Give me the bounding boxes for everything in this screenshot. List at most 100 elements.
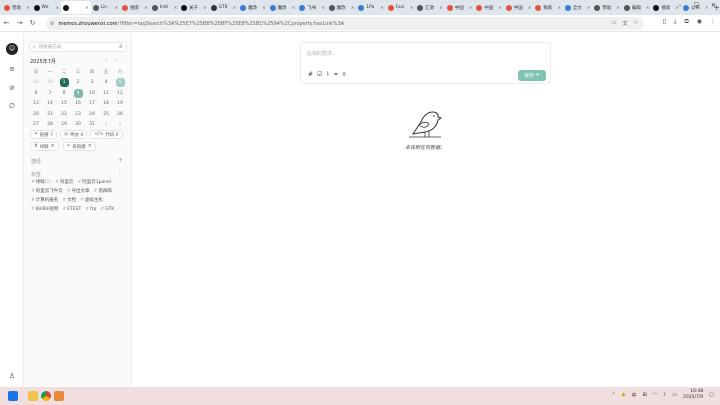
calendar-day[interactable]: 25: [99, 109, 113, 120]
editor-input[interactable]: 此刻的想法...: [307, 50, 337, 57]
browser-tab[interactable]: 搜索 ✕: [120, 1, 150, 14]
back-icon[interactable]: ←: [0, 19, 13, 27]
tab-close-icon[interactable]: ✕: [587, 5, 590, 10]
tab-close-icon[interactable]: ✕: [646, 5, 649, 10]
tab-close-icon[interactable]: ✕: [115, 5, 118, 10]
tag-item[interactable]: #文档: [62, 197, 76, 204]
browser-tab[interactable]: GTK ✕: [209, 1, 239, 14]
tab-close-icon[interactable]: ✕: [557, 5, 560, 10]
clock[interactable]: 16:48 2025/7/9: [683, 389, 703, 401]
explore-icon[interactable]: ⊘: [7, 83, 17, 93]
calendar-day[interactable]: 31: [85, 120, 99, 131]
site-info-icon[interactable]: ⚙: [50, 21, 54, 27]
chevron-up-icon[interactable]: ⌃: [611, 392, 615, 398]
browser-tab[interactable]: 汇款 ✕: [415, 1, 445, 14]
start-icon[interactable]: [8, 391, 18, 401]
calendar-day[interactable]: 19: [113, 99, 127, 110]
reload-icon[interactable]: ↻: [26, 19, 39, 27]
tab-close-icon[interactable]: ✕: [292, 5, 295, 10]
tab-close-icon[interactable]: ✕: [56, 5, 59, 10]
maximize-icon[interactable]: ☐: [694, 2, 699, 9]
calendar-day[interactable]: 30: [43, 78, 57, 89]
status-app-icon[interactable]: ◆: [622, 392, 626, 398]
tag-item[interactable]: #虚拟主机: [80, 197, 103, 204]
notification-icon[interactable]: ▢: [709, 392, 714, 398]
tab-close-icon[interactable]: ✕: [498, 5, 501, 10]
tag-item[interactable]: #GTK: [100, 206, 114, 213]
tag-item[interactable]: #frp: [85, 206, 96, 213]
browser-tab[interactable]: Favi ✕: [386, 1, 416, 14]
tag-item[interactable]: #导出文章: [67, 188, 90, 195]
calendar-day[interactable]: 16: [71, 99, 85, 110]
tag-item[interactable]: #绿联(2): [31, 179, 51, 186]
tab-close-icon[interactable]: ✕: [26, 5, 29, 10]
calendar-day[interactable]: 26: [113, 109, 127, 120]
calendar-day[interactable]: 2: [113, 120, 127, 131]
download-icon[interactable]: ⤓: [674, 18, 677, 26]
calendar-day[interactable]: 1: [57, 78, 71, 89]
volume-icon[interactable]: ♪: [663, 392, 666, 398]
browser-tab[interactable]: We ✕: [32, 1, 62, 14]
save-button[interactable]: 保存 ➤: [518, 70, 546, 81]
tag-item[interactable]: #BiliBili视频: [31, 206, 58, 213]
home-icon[interactable]: ≡: [7, 64, 17, 74]
tab-close-icon[interactable]: ✕: [262, 5, 265, 10]
browser-tab[interactable]: 飞书 ✕: [297, 1, 327, 14]
todo-stat[interactable]: ◎ 待办 0: [60, 130, 88, 139]
browser-tab[interactable]: 中国 ✕: [474, 1, 504, 14]
grid-icon[interactable]: ⊞: [643, 392, 647, 398]
tab-close-icon[interactable]: ✕: [469, 5, 472, 10]
filter-chip-tag[interactable]: # 绿联 ✕: [30, 142, 59, 151]
calendar-day[interactable]: 29: [29, 78, 43, 89]
calendar-day[interactable]: 11: [99, 88, 113, 99]
calendar-nav[interactable]: ‹ ›: [105, 58, 120, 64]
calendar-day[interactable]: 23: [71, 109, 85, 120]
browser-tab[interactable]: 中国 ✕: [445, 1, 475, 14]
tab-close-icon[interactable]: ✕: [174, 5, 177, 10]
calendar-day[interactable]: 7: [43, 88, 57, 99]
calendar-day[interactable]: 28: [43, 120, 57, 131]
tag-item[interactable]: #阿里云飞牛云: [31, 188, 63, 195]
calendar-day[interactable]: 21: [43, 109, 57, 120]
calendar-day[interactable]: 2: [71, 78, 85, 89]
links-stat[interactable]: ⚭ 链接 7: [30, 130, 58, 139]
browser-tab[interactable]: 探索 ✕: [533, 1, 563, 14]
calendar-day[interactable]: 22: [57, 109, 71, 120]
app-icon[interactable]: [54, 391, 64, 401]
calendar-day[interactable]: 30: [71, 120, 85, 131]
tag-item[interactable]: #阿里云1panel: [77, 179, 111, 186]
tab-close-icon[interactable]: ✕: [380, 5, 383, 10]
browser-tab[interactable]: 全文 ✕: [563, 1, 593, 14]
checkbox-icon[interactable]: ☑: [317, 71, 322, 79]
tab-close-icon[interactable]: ✕: [233, 5, 236, 10]
calendar-day[interactable]: 27: [29, 120, 43, 131]
tab-close-icon[interactable]: ✕: [410, 5, 413, 10]
forward-icon[interactable]: →: [13, 19, 26, 27]
ime-indicator[interactable]: 中: [632, 392, 637, 399]
calendar-day[interactable]: 13: [29, 99, 43, 110]
calendar-day[interactable]: 3: [85, 78, 99, 89]
close-window-icon[interactable]: ✕: [711, 2, 716, 9]
code-stat[interactable]: </> 代码 0: [90, 130, 123, 139]
tab-close-icon[interactable]: ✕: [351, 5, 354, 10]
remove-filter-icon[interactable]: ✕: [88, 144, 92, 149]
calendar-day[interactable]: 5: [113, 78, 127, 89]
url-bar[interactable]: ⚙ memos.zhouwenxi.com/?filter=tagSearch%…: [46, 17, 644, 30]
menu-icon[interactable]: ⋮: [710, 18, 716, 26]
wifi-icon[interactable]: ◠: [653, 392, 657, 398]
browser-tab[interactable]: Lin ✕: [91, 1, 121, 14]
tag-item[interactable]: #黑群晖: [94, 188, 112, 195]
search-input[interactable]: ⌕ 搜索备忘录 ⇵: [29, 42, 127, 52]
cast-icon[interactable]: ▭: [612, 20, 617, 27]
browser-tab[interactable]: 搜索 ✕: [651, 1, 681, 14]
calendar-day[interactable]: 6: [29, 88, 43, 99]
attachment-icon[interactable]: ∅: [7, 101, 17, 111]
link-icon[interactable]: ⚭: [333, 71, 338, 79]
tab-close-icon[interactable]: ✕: [439, 5, 442, 10]
tags-menu-icon[interactable]: ⋮: [117, 170, 123, 177]
user-icon[interactable]: ♙: [7, 371, 17, 381]
calendar-day[interactable]: 1: [99, 120, 113, 131]
bookmark-star-icon[interactable]: ☆: [634, 20, 638, 27]
calendar-day[interactable]: 8: [57, 88, 71, 99]
tab-close-icon[interactable]: ✕: [321, 5, 324, 10]
